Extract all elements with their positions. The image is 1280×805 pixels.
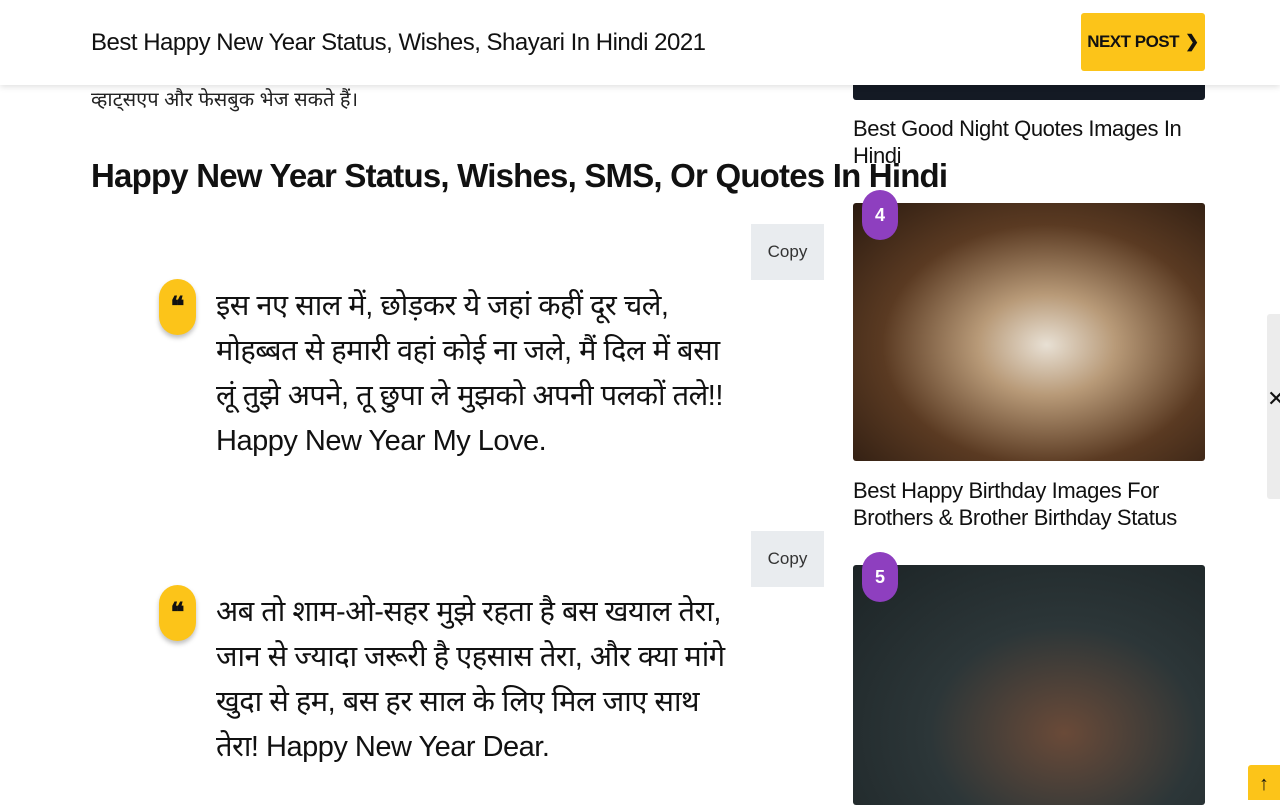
quote-icon: ❝ [159,279,196,335]
next-post-button[interactable]: NEXT POST ❯ [1081,13,1205,71]
sidebar-post-title[interactable]: Best Happy Birthday Images For Brothers … [853,477,1205,531]
side-slide-tab[interactable]: ✕ [1267,314,1280,499]
quote-text: अब तो शाम-ओ-सहर मुझे रहता है बस खयाल तेर… [216,596,725,763]
header: Best Happy New Year Status, Wishes, Shay… [0,0,1280,85]
sidebar-post-title[interactable]: Best Good Night Quotes Images In Hindi [853,115,1205,169]
copy-button[interactable]: Copy [751,531,824,587]
section-heading: Happy New Year Status, Wishes, SMS, Or Q… [91,157,948,194]
chevron-right-icon: ❯ [1185,32,1199,51]
close-icon: ✕ [1267,386,1280,411]
quote-icon: ❝ [159,585,196,641]
copy-button[interactable]: Copy [751,224,824,280]
rank-badge: 5 [862,552,898,602]
arrow-up-icon: ↑ [1259,773,1269,795]
quote-text: इस नए साल में, छोड़कर ये जहां कहीं दूर च… [216,290,723,457]
birthday-image[interactable] [853,203,1205,461]
intro-text: व्हाट्सएप और फेसबुक भेज सकते हैं। [91,89,359,111]
scroll-to-top-button[interactable]: ↑ [1248,765,1280,800]
rank-badge: 4 [862,190,898,240]
next-post-label: NEXT POST [1087,32,1180,51]
post-thumbnail[interactable] [853,565,1205,805]
post-title: Best Happy New Year Status, Wishes, Shay… [91,29,706,56]
